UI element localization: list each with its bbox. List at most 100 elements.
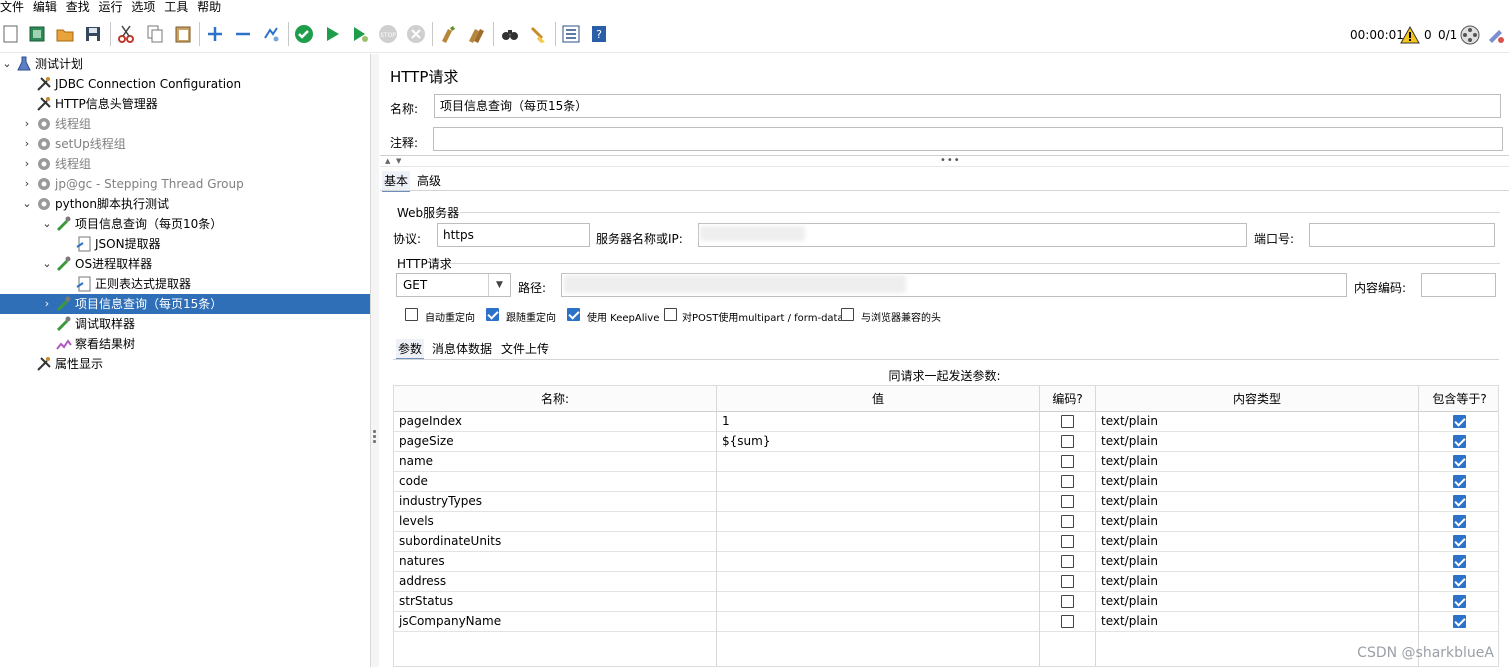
param-value-cell[interactable]	[717, 532, 1040, 552]
protocol-field[interactable]: https	[437, 223, 590, 247]
name-field[interactable]: 项目信息查询（每页15条）	[434, 94, 1501, 118]
collapsible-divider[interactable]: ▲ ▼ •••	[380, 155, 1509, 167]
param-name-cell[interactable]: strStatus	[394, 592, 717, 612]
include-equals-checkbox[interactable]	[1453, 615, 1466, 628]
chevron-down-icon[interactable]: ⌄	[42, 258, 52, 269]
encode-checkbox[interactable]	[1061, 435, 1074, 448]
include-equals-checkbox[interactable]	[1453, 595, 1466, 608]
encode-checkbox[interactable]	[1061, 595, 1074, 608]
param-name-cell[interactable]: name	[394, 452, 717, 472]
port-field[interactable]	[1309, 223, 1495, 247]
reset-search-icon[interactable]	[527, 23, 549, 45]
chevron-right-icon[interactable]: ›	[22, 118, 32, 129]
clear-all-icon[interactable]	[465, 23, 487, 45]
include-equals-checkbox[interactable]	[1453, 415, 1466, 428]
collapse-up-icon[interactable]: ▲	[385, 157, 390, 165]
table-row[interactable]: strStatus text/plain	[394, 592, 1498, 612]
param-content-type-cell[interactable]: text/plain	[1096, 472, 1419, 492]
tab-advanced[interactable]: 高级	[415, 171, 443, 190]
menu-file[interactable]: 文件	[0, 0, 26, 15]
copy-icon[interactable]	[144, 23, 166, 45]
menu-options[interactable]: 选项	[131, 0, 157, 15]
table-row[interactable]: natures text/plain	[394, 552, 1498, 572]
log-viewer-icon[interactable]	[1485, 24, 1507, 46]
chevron-down-icon[interactable]: ⌄	[22, 198, 32, 209]
column-header-encode[interactable]: 编码?	[1040, 386, 1096, 412]
column-header-include-equals[interactable]: 包含等于?	[1419, 386, 1498, 412]
chevron-down-icon[interactable]: ▼	[488, 274, 510, 296]
content-encoding-field[interactable]	[1421, 273, 1496, 297]
param-value-cell[interactable]	[717, 452, 1040, 472]
param-content-type-cell[interactable]: text/plain	[1096, 492, 1419, 512]
tree-node[interactable]: HTTP信息头管理器	[0, 94, 370, 114]
divider-grip-icon[interactable]	[373, 430, 376, 444]
table-row[interactable]: subordinateUnits text/plain	[394, 532, 1498, 552]
include-equals-checkbox[interactable]	[1453, 475, 1466, 488]
tree-node[interactable]: ⌄ python脚本执行测试	[0, 194, 370, 214]
param-content-type-cell[interactable]: text/plain	[1096, 432, 1419, 452]
chevron-right-icon[interactable]: ›	[22, 158, 32, 169]
method-select[interactable]: GET ▼	[396, 273, 511, 297]
param-content-type-cell[interactable]: text/plain	[1096, 512, 1419, 532]
chevron-right-icon[interactable]: ›	[42, 298, 52, 309]
param-name-cell[interactable]: natures	[394, 552, 717, 572]
tree-node[interactable]: › 线程组	[0, 154, 370, 174]
param-content-type-cell[interactable]: text/plain	[1096, 572, 1419, 592]
remote-start-icon[interactable]	[349, 23, 371, 45]
keepalive-checkbox[interactable]	[567, 308, 580, 321]
tree-node[interactable]: JDBC Connection Configuration	[0, 74, 370, 94]
table-row[interactable]: code text/plain	[394, 472, 1498, 492]
tree-node[interactable]: › 项目信息查询（每页15条）	[0, 294, 370, 314]
multipart-checkbox[interactable]	[664, 308, 677, 321]
param-value-cell[interactable]: ${sum}	[717, 432, 1040, 452]
open-icon[interactable]	[54, 23, 76, 45]
templates-icon[interactable]	[26, 23, 48, 45]
table-row[interactable]: address text/plain	[394, 572, 1498, 592]
param-value-cell[interactable]: 1	[717, 412, 1040, 432]
table-row[interactable]: levels text/plain	[394, 512, 1498, 532]
column-header-value[interactable]: 值	[717, 386, 1040, 412]
encode-checkbox[interactable]	[1061, 615, 1074, 628]
new-icon[interactable]	[0, 23, 22, 45]
tree-node[interactable]: › 线程组	[0, 114, 370, 134]
encode-checkbox[interactable]	[1061, 495, 1074, 508]
param-value-cell[interactable]	[717, 612, 1040, 632]
param-content-type-cell[interactable]: text/plain	[1096, 592, 1419, 612]
menu-help[interactable]: 帮助	[197, 0, 223, 15]
include-equals-checkbox[interactable]	[1453, 515, 1466, 528]
chevron-down-icon[interactable]: ⌄	[42, 218, 52, 229]
browser-headers-checkbox[interactable]	[841, 308, 854, 321]
collapse-icon[interactable]	[232, 23, 254, 45]
warning-icon[interactable]	[1399, 24, 1421, 46]
tree-node[interactable]: JSON提取器	[0, 234, 370, 254]
paste-icon[interactable]	[172, 23, 194, 45]
menu-tools[interactable]: 工具	[164, 0, 190, 15]
param-content-type-cell[interactable]: text/plain	[1096, 552, 1419, 572]
param-value-cell[interactable]	[717, 512, 1040, 532]
param-value-cell[interactable]	[717, 552, 1040, 572]
tab-files-upload[interactable]: 文件上传	[499, 339, 551, 358]
test-plan-tree[interactable]: ⌄ 测试计划 JDBC Connection Configuration HTTP信息…	[0, 54, 371, 667]
include-equals-checkbox[interactable]	[1453, 435, 1466, 448]
follow-redirects-checkbox[interactable]	[486, 308, 499, 321]
expand-icon[interactable]	[204, 23, 226, 45]
comment-field[interactable]	[433, 127, 1503, 151]
tree-node[interactable]: › setUp线程组	[0, 134, 370, 154]
include-equals-checkbox[interactable]	[1453, 495, 1466, 508]
param-name-cell[interactable]: industryTypes	[394, 492, 717, 512]
param-value-cell[interactable]	[717, 492, 1040, 512]
clear-icon[interactable]	[437, 23, 459, 45]
param-value-cell[interactable]	[717, 572, 1040, 592]
include-equals-checkbox[interactable]	[1453, 455, 1466, 468]
param-name-cell[interactable]: jsCompanyName	[394, 612, 717, 632]
start-no-pause-icon[interactable]	[321, 23, 343, 45]
param-content-type-cell[interactable]: text/plain	[1096, 412, 1419, 432]
toggle-icon[interactable]	[260, 23, 282, 45]
table-row[interactable]: pageSize ${sum} text/plain	[394, 432, 1498, 452]
table-row[interactable]: jsCompanyName text/plain	[394, 612, 1498, 632]
param-content-type-cell[interactable]: text/plain	[1096, 452, 1419, 472]
auto-redirect-checkbox[interactable]	[405, 308, 418, 321]
tree-node[interactable]: 正则表达式提取器	[0, 274, 370, 294]
tree-node[interactable]: 调试取样器	[0, 314, 370, 334]
param-value-cell[interactable]	[717, 592, 1040, 612]
